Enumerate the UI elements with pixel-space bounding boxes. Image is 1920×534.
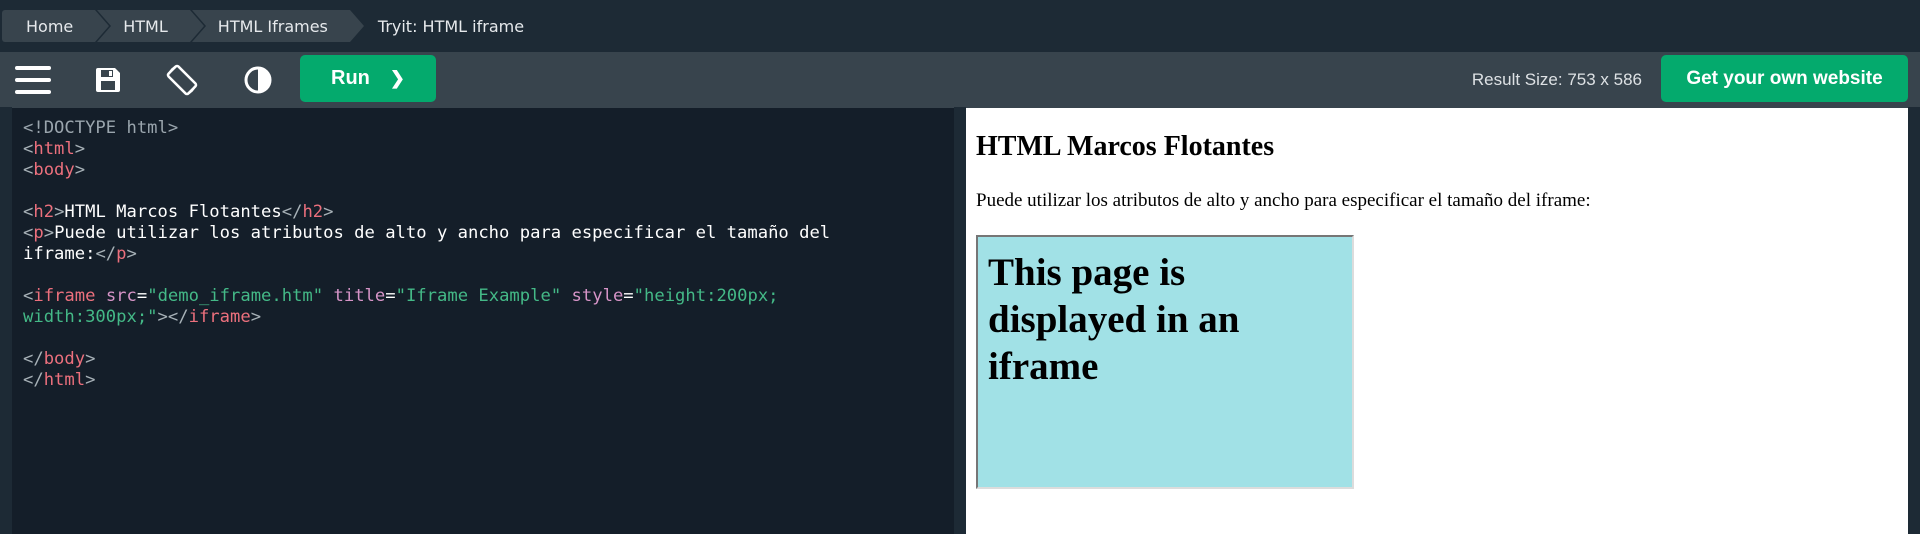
result-paragraph: Puede utilizar los atributos de alto y a… bbox=[976, 190, 1591, 211]
code-token: > bbox=[157, 307, 168, 327]
code-line: <iframe src="demo_iframe.htm" title="Ifr… bbox=[23, 286, 954, 307]
code-token: > bbox=[323, 202, 334, 222]
code-token: < bbox=[23, 139, 34, 159]
iframe-heading: This page is displayed in an iframe bbox=[988, 251, 1240, 388]
result-heading: HTML Marcos Flotantes bbox=[976, 131, 1275, 162]
code-token: p bbox=[33, 223, 44, 243]
code-token: > bbox=[74, 160, 86, 180]
code-line: <!DOCTYPE html> bbox=[23, 118, 954, 139]
code-line: <html> bbox=[23, 139, 954, 160]
code-token: </ bbox=[23, 370, 44, 390]
result-size-readout: Result Size: 753 x 586 bbox=[1471, 69, 1642, 89]
code-token: body bbox=[33, 160, 75, 180]
breadcrumb: Home HTML HTML Iframes Tryit: HTML ifram… bbox=[0, 0, 1920, 52]
code-line: </html> bbox=[23, 370, 954, 391]
embedded-iframe[interactable]: This page is displayed in an iframe bbox=[976, 235, 1354, 489]
breadcrumb-html-iframes-link[interactable]: HTML Iframes bbox=[191, 10, 367, 42]
code-token: > bbox=[54, 202, 65, 222]
code-token: h2 bbox=[33, 202, 55, 222]
code-token: iframe bbox=[188, 307, 251, 327]
code-token: < bbox=[23, 223, 34, 243]
code-token: Puede utilizar los atributos de alto y a… bbox=[54, 223, 831, 243]
result-panel: HTML Marcos Flotantes Puede utilizar los… bbox=[966, 107, 1908, 534]
code-line: <p>Puede utilizar los atributos de alto … bbox=[23, 223, 954, 244]
code-token: HTML Marcos Flotantes bbox=[64, 202, 282, 222]
code-token: = bbox=[136, 286, 148, 306]
code-token: > bbox=[85, 370, 96, 390]
code-token: = bbox=[623, 286, 634, 306]
save-icon[interactable] bbox=[80, 52, 135, 107]
get-your-own-website-button[interactable]: Get your own website bbox=[1661, 55, 1908, 102]
code-line: <body> bbox=[23, 160, 954, 181]
toolbar: Run ❯ Result Size: 753 x 586 Get your ow… bbox=[0, 52, 1920, 107]
code-token: > bbox=[43, 223, 55, 243]
code-token: title bbox=[333, 286, 386, 306]
code-token: </ bbox=[95, 244, 117, 264]
contrast-icon[interactable] bbox=[230, 52, 285, 107]
code-token: "Iframe Example" bbox=[395, 286, 562, 306]
rotate-screen-icon[interactable] bbox=[154, 52, 209, 107]
code-line: iframe:</p> bbox=[23, 244, 954, 265]
code-line: width:300px;"></iframe> bbox=[23, 307, 954, 328]
code-line: </body> bbox=[23, 349, 954, 370]
code-editor[interactable]: <!DOCTYPE html> <html> <body> <h2>HTML Marc… bbox=[12, 107, 954, 534]
run-button-label: Run bbox=[331, 67, 370, 89]
code-token: < bbox=[23, 286, 34, 306]
code-token: </ bbox=[23, 349, 44, 369]
code-token: iframe: bbox=[23, 244, 96, 264]
chevron-right-icon: ❯ bbox=[389, 68, 405, 88]
run-button[interactable]: Run ❯ bbox=[300, 55, 436, 102]
code-token: > bbox=[250, 307, 262, 327]
code-token: h2 bbox=[302, 202, 324, 222]
code-token: > bbox=[126, 244, 137, 264]
code-token: </ bbox=[281, 202, 303, 222]
breadcrumb-home-link[interactable]: Home bbox=[2, 10, 112, 42]
code-line: <h2>HTML Marcos Flotantes</h2> bbox=[23, 202, 954, 223]
code-token: p bbox=[116, 244, 127, 264]
code-token: < bbox=[23, 160, 34, 180]
code-token: src bbox=[105, 286, 137, 306]
code-token: html bbox=[43, 370, 86, 390]
code-token: width:300px;" bbox=[23, 307, 158, 327]
code-token: < bbox=[23, 202, 34, 222]
breadcrumb-current: Tryit: HTML iframe bbox=[377, 16, 525, 36]
code-token: body bbox=[43, 349, 86, 369]
code-token: > bbox=[74, 139, 86, 159]
menu-icon[interactable] bbox=[5, 52, 60, 107]
code-token: "demo_iframe.htm" bbox=[147, 286, 324, 306]
code-token: style bbox=[571, 286, 624, 306]
code-token: "height:200px; bbox=[633, 286, 779, 306]
code-token: </ bbox=[167, 307, 189, 327]
code-token: > bbox=[85, 349, 96, 369]
code-token: = bbox=[385, 286, 396, 306]
code-token: html bbox=[33, 139, 75, 159]
code-token: iframe bbox=[33, 286, 96, 306]
code-token: <!DOCTYPE html> bbox=[23, 118, 179, 138]
